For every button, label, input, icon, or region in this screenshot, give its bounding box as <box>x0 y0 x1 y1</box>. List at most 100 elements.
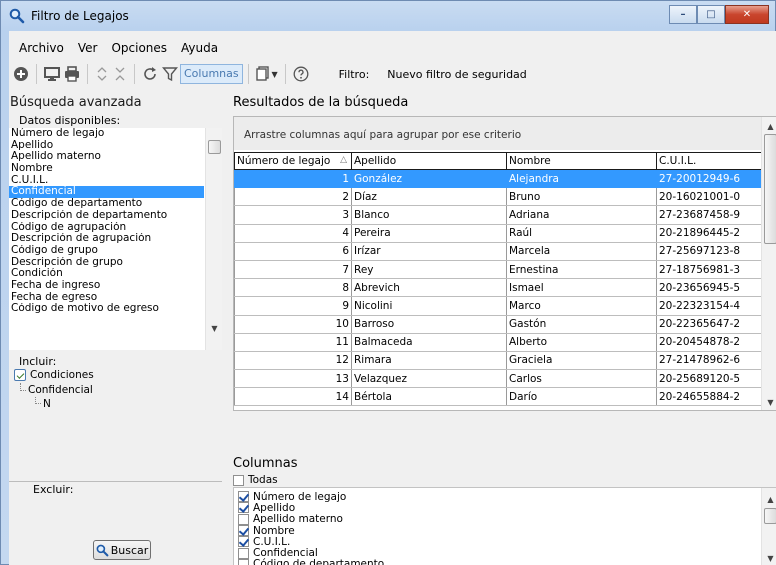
tree-node-confidencial[interactable]: Confidencial <box>28 384 93 396</box>
field-list-item[interactable]: Código de motivo de egreso <box>9 303 204 315</box>
field-list-item[interactable]: Condición <box>9 268 204 280</box>
scroll-down-icon[interactable]: ▼ <box>206 321 222 336</box>
toolbar-separator <box>134 64 135 84</box>
field-list-item[interactable]: Nombre <box>9 163 204 175</box>
table-row[interactable]: 3 Blanco Adriana 27-23687458-9 <box>234 205 763 225</box>
scroll-down-icon[interactable]: ▼ <box>762 551 776 565</box>
refresh-button[interactable] <box>140 63 160 85</box>
column-checkbox-item[interactable]: Apellido <box>234 502 776 514</box>
scroll-up-icon[interactable]: ▲ <box>762 492 776 507</box>
field-list-item[interactable]: Descripción de departamento <box>9 210 204 222</box>
tree-node-value[interactable]: N <box>43 398 51 410</box>
toolbar: Columnas ▼ Filtro: Nuevo filtro de segur… <box>9 61 776 87</box>
cell-nombre: Bruno <box>506 187 657 207</box>
add-button[interactable] <box>11 63 31 85</box>
toolbar-separator <box>247 64 249 84</box>
cell-nombre: Ismael <box>506 278 657 298</box>
column-header-legajo[interactable]: △ Número de legajo <box>234 152 352 170</box>
table-row[interactable]: 9 Nicolini Marco 20-22323154-4 <box>234 296 763 316</box>
field-list-item[interactable]: Apellido <box>9 140 204 152</box>
column-header-cuil[interactable]: C.U.I.L. <box>656 152 763 170</box>
help-button[interactable] <box>291 63 311 85</box>
cell-num: 9 <box>234 296 352 316</box>
field-list-item[interactable]: Apellido materno <box>9 151 204 163</box>
column-checkbox-item[interactable]: Apellido materno <box>234 513 776 525</box>
column-checkbox-item[interactable]: C.U.I.L. <box>234 536 776 548</box>
scroll-up-icon[interactable]: ▲ <box>762 119 776 134</box>
cell-num: 2 <box>234 187 352 207</box>
field-list-item[interactable]: Fecha de egreso <box>9 292 204 304</box>
expand-button[interactable] <box>93 63 111 85</box>
plus-circle-icon <box>14 67 28 81</box>
field-list-item[interactable]: Código de grupo <box>9 245 204 257</box>
menu-ayuda[interactable]: Ayuda <box>181 41 218 59</box>
columns-scrollbar[interactable]: ▲ ▼ <box>761 488 776 565</box>
field-list-item[interactable]: Número de legajo <box>9 128 204 140</box>
table-row[interactable]: 11 Balmaceda Alberto 20-20454878-2 <box>234 333 763 352</box>
view-dropdown-button[interactable]: ▼ <box>254 63 280 85</box>
table-row[interactable]: 10 Barroso Gastón 20-22365647-2 <box>234 315 763 334</box>
columns-button[interactable]: Columnas <box>180 64 243 84</box>
menu-ver[interactable]: Ver <box>78 41 98 59</box>
group-by-area[interactable]: Arrastre columnas aquí para agrupar por … <box>234 117 762 150</box>
field-list-item[interactable]: Descripción de agrupación <box>9 233 204 245</box>
search-button[interactable]: Buscar <box>93 540 151 560</box>
field-list-item[interactable]: Fecha de ingreso <box>9 280 204 292</box>
maximize-button[interactable]: □ <box>697 5 725 24</box>
preview-button[interactable] <box>42 63 62 85</box>
fields-scrollbar[interactable]: ▲ ▼ <box>205 128 222 350</box>
column-header-nombre[interactable]: Nombre <box>506 152 657 170</box>
column-checkbox-item[interactable]: Código de departamento <box>234 558 776 565</box>
tree-node-conditions[interactable]: Condiciones <box>14 369 94 381</box>
scroll-thumb[interactable] <box>764 134 776 244</box>
table-row[interactable]: 2 Díaz Bruno 20-16021001-0 <box>234 187 763 207</box>
cell-cuil: 27-20012949-6 <box>656 169 763 189</box>
table-row[interactable]: 14 Bértola Darío 20-24655884-2 <box>234 387 763 407</box>
cell-apellido: Balmaceda <box>351 333 507 352</box>
close-button[interactable]: ✕ <box>725 5 769 24</box>
table-row[interactable]: 4 Pereira Raúl 20-21896445-2 <box>234 224 763 243</box>
cell-apellido: Irízar <box>351 242 507 261</box>
table-row[interactable]: 7 Rey Ernestina 27-18756981-3 <box>234 260 763 280</box>
exclude-label: Excluir: <box>33 483 74 496</box>
column-header-apellido[interactable]: Apellido <box>351 152 507 170</box>
filter-name: Nuevo filtro de seguridad <box>387 67 527 81</box>
print-button[interactable] <box>62 63 82 85</box>
menu-opciones[interactable]: Opciones <box>111 41 167 59</box>
pages-icon <box>255 66 269 81</box>
scroll-thumb[interactable] <box>208 140 221 154</box>
cell-apellido: González <box>351 169 507 189</box>
filter-button[interactable] <box>160 63 180 85</box>
column-checkbox-item[interactable]: Confidencial <box>234 547 776 559</box>
cell-nombre: Alejandra <box>506 169 657 189</box>
table-row[interactable]: 12 Rimara Graciela 27-21478962-6 <box>234 351 763 371</box>
section-divider <box>9 481 222 482</box>
cell-cuil: 20-23656945-5 <box>656 278 763 298</box>
results-scrollbar[interactable]: ▲ ▼ <box>761 117 776 410</box>
table-row[interactable]: 1 González Alejandra 27-20012949-6 <box>234 169 763 189</box>
funnel-icon <box>162 67 178 82</box>
cell-cuil: 27-23687458-9 <box>656 205 763 225</box>
field-list-item[interactable]: C.U.I.L. <box>9 175 204 187</box>
column-checkbox-item[interactable]: Nombre <box>234 524 776 537</box>
field-list-item[interactable]: Confidencial <box>9 186 204 199</box>
checkbox-label: Todas <box>248 474 278 486</box>
minimize-button[interactable]: – <box>669 5 697 24</box>
available-fields-list[interactable]: Número de legajo Apellido Apellido materno… <box>9 128 222 350</box>
cell-apellido: Nicolini <box>351 296 507 316</box>
collapse-button[interactable] <box>111 63 129 85</box>
field-list-item[interactable]: Código de departamento <box>9 198 204 210</box>
table-row[interactable]: 8 Abrevich Ismael 20-23656945-5 <box>234 278 763 298</box>
cell-num: 14 <box>234 387 352 407</box>
field-list-item[interactable]: Descripción de grupo <box>9 257 204 269</box>
select-all-columns-checkbox[interactable]: Todas <box>233 474 278 486</box>
scroll-thumb[interactable] <box>764 508 776 524</box>
title-bar[interactable]: Filtro de Legajos – □ ✕ <box>1 1 775 31</box>
scroll-down-icon[interactable]: ▼ <box>762 395 776 410</box>
table-row[interactable]: 6 Irízar Marcela 27-25697123-8 <box>234 242 763 261</box>
checkbox-label: Nombre <box>253 524 295 537</box>
field-list-item[interactable]: Código de agrupación <box>9 222 204 234</box>
menu-archivo[interactable]: Archivo <box>19 41 64 59</box>
column-checkbox-item[interactable]: Número de legajo <box>234 491 776 503</box>
table-row[interactable]: 13 Velazquez Carlos 20-25689120-5 <box>234 369 763 389</box>
